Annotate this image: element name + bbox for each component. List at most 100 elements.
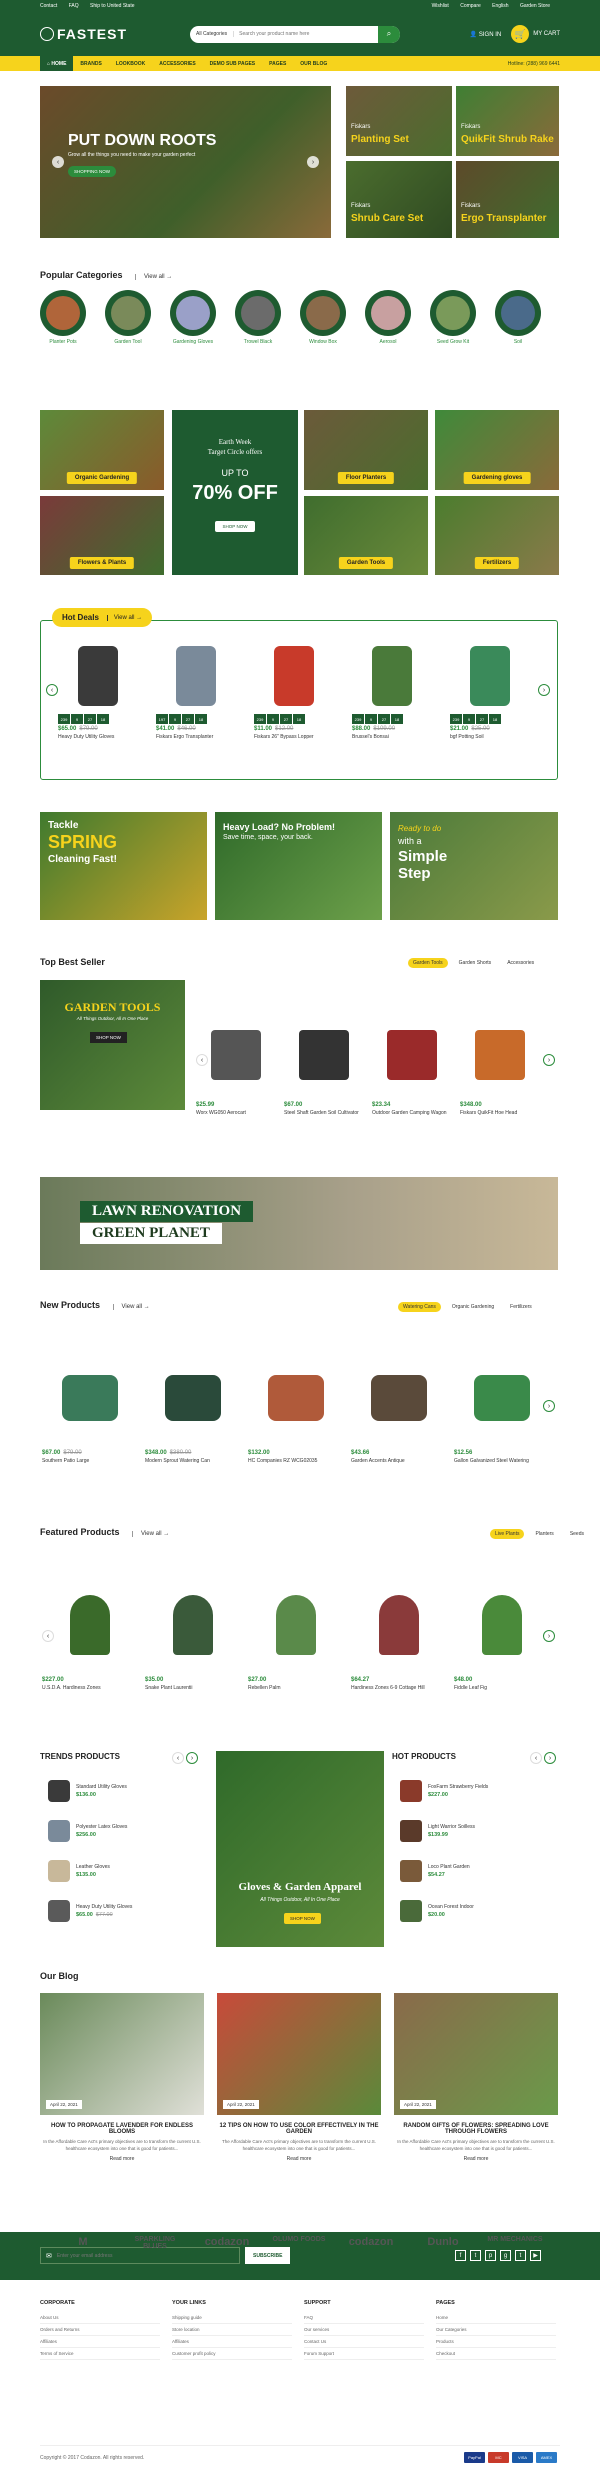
view-all-link[interactable]: View all → (135, 274, 173, 280)
brand-logo[interactable]: SPARKLING BLUES (122, 2236, 188, 2250)
hot-item[interactable]: Light Warrior Soilless $139.99 (400, 1820, 475, 1842)
product-card[interactable]: $67.00 $79.00 Southern Patio Large (42, 1348, 138, 1464)
banner-heavy-load[interactable]: Heavy Load? No Problem! Save time, space… (215, 812, 382, 920)
logo[interactable]: FASTEST (40, 26, 190, 42)
category-item[interactable]: Planter Pots (40, 290, 86, 345)
product-name[interactable]: Fiskars Ergo Transplanter (156, 734, 236, 740)
tab-planters[interactable]: Planters (530, 1529, 558, 1539)
product-name[interactable]: Worx WG050 Aerocart (196, 1110, 276, 1116)
brand-logo[interactable]: Dunlo (410, 2236, 476, 2248)
trend-item[interactable]: Heavy Duty Utility Gloves $65.00 $77.00 (48, 1900, 132, 1922)
product-name[interactable]: Fiddle Leaf Fig (454, 1685, 550, 1691)
hot-deals-next-arrow[interactable]: › (538, 684, 550, 696)
product-card[interactable]: $27.00 Rebellen Palm (248, 1575, 344, 1691)
pinterest-icon[interactable]: p (485, 2250, 496, 2261)
nav-item-lookbook[interactable]: LOOKBOOK (109, 56, 152, 71)
view-all-link[interactable]: View all → (132, 1531, 170, 1537)
product-name[interactable]: Steel Shaft Garden Soil Cultivator (284, 1110, 364, 1116)
hero-slider[interactable]: PUT DOWN ROOTS Grow all the things you n… (40, 86, 331, 238)
product-name[interactable]: Polyester Latex Gloves (76, 1824, 127, 1830)
deal-item[interactable]: 239 9 27 18 $88.00 $109.00 Brussel's Bonsai (352, 640, 432, 740)
category-item[interactable]: Garden Tool (105, 290, 151, 345)
lawn-renovation-banner[interactable]: LAWN RENOVATION GREEN PLANET (40, 1177, 558, 1270)
footer-link[interactable]: Products (436, 2336, 556, 2348)
footer-link[interactable]: Contact Us (304, 2336, 424, 2348)
view-all-link[interactable]: View all → (106, 614, 142, 621)
nav-item-home[interactable]: ⌂ HOME (40, 56, 74, 71)
product-name[interactable]: Modern Sprout Watering Can (145, 1458, 241, 1464)
product-name[interactable]: Leather Gloves (76, 1864, 110, 1870)
footer-link[interactable]: Orders and Returns (40, 2324, 160, 2336)
deal-item[interactable]: 239 9 27 18 $11.00 $12.00 Fiskars 26" Bypass L… (254, 640, 334, 740)
trend-item[interactable]: Standard Utility Gloves $136.00 (48, 1780, 127, 1802)
deal-item[interactable]: 239 9 27 18 $21.00 $25.00 bgf Potting Soil (450, 640, 530, 740)
side-tile-planting-set[interactable]: Fiskars Planting Set (346, 86, 452, 156)
signin-button[interactable]: 👤 SIGN IN (470, 31, 502, 38)
wishlist-link[interactable]: Wishlist (432, 3, 449, 9)
category-item[interactable]: Soil (495, 290, 541, 345)
trend-item[interactable]: Polyester Latex Gloves $256.00 (48, 1820, 127, 1842)
hot-item[interactable]: FoxFarm Strawberry Fields $227.00 (400, 1780, 488, 1802)
footer-link[interactable]: Home (436, 2312, 556, 2324)
read-more-link[interactable]: Read more (40, 2156, 204, 2162)
tab-garden-tools[interactable]: Garden Tools (408, 958, 448, 968)
product-name[interactable]: Southern Patio Large (42, 1458, 138, 1464)
product-name[interactable]: Rebellen Palm (248, 1685, 344, 1691)
nav-item-accessories[interactable]: ACCESSORIES (152, 56, 202, 71)
hero-prev-arrow[interactable]: ‹ (52, 156, 64, 168)
blog-title[interactable]: 12 TIPS ON HOW TO USE COLOR EFFECTIVELY … (217, 2123, 381, 2135)
category-item[interactable]: Trowel Black (235, 290, 281, 345)
trends-prev-arrow[interactable]: ‹ (172, 1752, 184, 1764)
product-card[interactable]: $67.00 Steel Shaft Garden Soil Cultivator (284, 1010, 364, 1116)
category-item[interactable]: Aerosol (365, 290, 411, 345)
category-item[interactable]: Seed Grow Kit (430, 290, 476, 345)
product-name[interactable]: Gallon Galvanized Steel Watering (454, 1458, 550, 1464)
nav-item-pages[interactable]: PAGES (262, 56, 293, 71)
footer-link[interactable]: Forum Support (304, 2348, 424, 2360)
side-tile-shrub-rake[interactable]: Fiskars QuikFit Shrub Rake (456, 86, 559, 156)
blog-card[interactable]: April 22, 2021 HOW TO PROPAGATE LAVENDER … (40, 1993, 204, 2162)
product-name[interactable]: Brussel's Bonsai (352, 734, 432, 740)
product-card[interactable]: $43.66 Garden Accents Antique (351, 1348, 447, 1464)
read-more-link[interactable]: Read more (394, 2156, 558, 2162)
hero-next-arrow[interactable]: › (307, 156, 319, 168)
promo-tile-gloves[interactable]: Gardening gloves (435, 410, 559, 490)
promo-banner[interactable]: Earth Week Target Circle offers UP TO 70… (172, 410, 298, 575)
promo-tile-organic[interactable]: Organic Gardening (40, 410, 164, 490)
subscribe-button[interactable]: SUBSCRIBE (245, 2247, 291, 2264)
hot-item[interactable]: Ocean Forest Indoor $20.00 (400, 1900, 474, 1922)
facebook-icon[interactable]: f (455, 2250, 466, 2261)
product-card[interactable]: $35.00 Snake Plant Laurentii (145, 1575, 241, 1691)
hot-next-arrow[interactable]: › (544, 1752, 556, 1764)
product-name[interactable]: Loco Plant Garden (428, 1864, 470, 1870)
promo-tile-garden-tools[interactable]: Garden Tools (304, 496, 428, 575)
product-card[interactable]: $348.00 $380.00 Modern Sprout Watering Can (145, 1348, 241, 1464)
twitter-icon[interactable]: t (470, 2250, 481, 2261)
view-all-link[interactable]: View all → (112, 1304, 150, 1310)
product-name[interactable]: bgf Potting Soil (450, 734, 530, 740)
product-card[interactable]: $132.00 HC Companies RZ WCG02035 (248, 1348, 344, 1464)
hotline[interactable]: Hotline: (288) 969 6441 (508, 61, 560, 67)
google-icon[interactable]: g (500, 2250, 511, 2261)
banner-simple-step[interactable]: Ready to do with a Simple Step (390, 812, 558, 920)
blog-card[interactable]: April 22, 2021 RANDOM GIFTS OF FLOWERS: S… (394, 1993, 558, 2162)
trend-item[interactable]: Leather Gloves $135.00 (48, 1860, 110, 1882)
language-select[interactable]: English (492, 3, 508, 9)
product-card[interactable]: $12.56 Gallon Galvanized Steel Watering (454, 1348, 550, 1464)
tab-seeds[interactable]: Seeds (565, 1529, 589, 1539)
side-tile-ergo-transplanter[interactable]: Fiskars Ergo Transplanter (456, 161, 559, 238)
hero-shop-button[interactable]: SHOPPING NOW (68, 166, 117, 177)
product-name[interactable]: Heavy Duty Utility Gloves (76, 1904, 132, 1910)
search-category-select[interactable]: All Categories (190, 31, 235, 37)
tumblr-icon[interactable]: t (515, 2250, 526, 2261)
product-name[interactable]: HC Companies RZ WCG02035 (248, 1458, 344, 1464)
product-name[interactable]: Outdoor Garden Camping Wagon (372, 1110, 452, 1116)
banner-spring[interactable]: Tackle SPRING Cleaning Fast! (40, 812, 207, 920)
product-name[interactable]: Snake Plant Laurentii (145, 1685, 241, 1691)
garden-tools-banner[interactable]: GARDEN TOOLS All Things Outdoor, All In … (40, 980, 185, 1110)
newsletter-email-input[interactable] (56, 2252, 239, 2259)
brand-logo[interactable]: OLUMO FOODS (266, 2236, 332, 2243)
promo-tile-floor-planters[interactable]: Floor Planters (304, 410, 428, 490)
footer-link[interactable]: Affiliates (40, 2336, 160, 2348)
deal-item[interactable]: 197 9 27 18 $41.00 $46.00 Fiskars Ergo Transpl… (156, 640, 236, 740)
